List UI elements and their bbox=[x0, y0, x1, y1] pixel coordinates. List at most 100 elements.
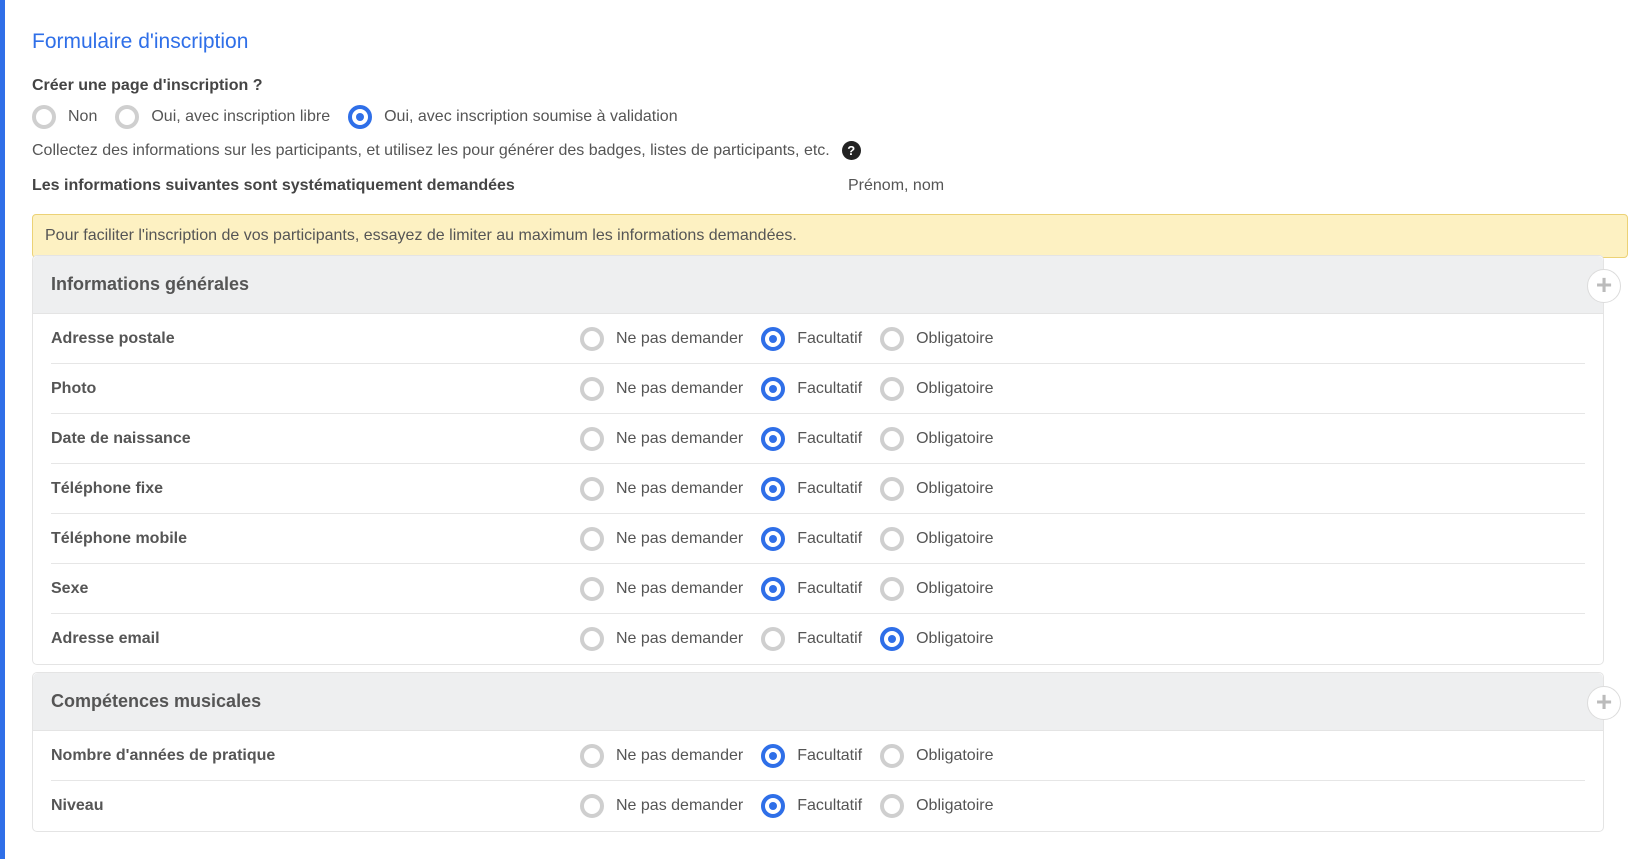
choice-obligatoire[interactable]: Obligatoire bbox=[880, 377, 993, 401]
choice-ne-pas-demander[interactable]: Ne pas demander bbox=[580, 377, 761, 401]
radio-non[interactable] bbox=[32, 105, 56, 129]
choice-label: Facultatif bbox=[797, 580, 863, 597]
radio-button[interactable] bbox=[580, 477, 604, 501]
field-choice-group: Ne pas demander Facultatif Obligatoire bbox=[580, 327, 993, 351]
field-row: Adresse postale Ne pas demander Facultatif… bbox=[51, 314, 1585, 364]
choice-facultatif[interactable]: Facultatif bbox=[761, 744, 880, 768]
radio-button[interactable] bbox=[880, 577, 905, 601]
section-0: Informations générales + Adresse postale Ne… bbox=[32, 255, 1621, 665]
choice-ne-pas-demander[interactable]: Ne pas demander bbox=[580, 794, 761, 818]
choice-label: Facultatif bbox=[797, 630, 863, 647]
choice-label: Ne pas demander bbox=[616, 630, 744, 647]
radio-button[interactable] bbox=[580, 427, 604, 451]
radio-button[interactable] bbox=[761, 627, 786, 651]
choice-facultatif[interactable]: Facultatif bbox=[761, 477, 880, 501]
choice-obligatoire[interactable]: Obligatoire bbox=[880, 794, 993, 818]
radio-button[interactable] bbox=[761, 794, 786, 818]
field-row: Sexe Ne pas demander Facultatif Obligatoire bbox=[51, 564, 1585, 614]
choice-label: Ne pas demander bbox=[616, 380, 744, 397]
field-choice-group: Ne pas demander Facultatif Obligatoire bbox=[580, 477, 993, 501]
field-choice-group: Ne pas demander Facultatif Obligatoire bbox=[580, 527, 993, 551]
choice-label: Obligatoire bbox=[916, 480, 994, 497]
radio-button[interactable] bbox=[880, 327, 905, 351]
choice-obligatoire[interactable]: Obligatoire bbox=[880, 427, 993, 451]
choice-ne-pas-demander[interactable]: Ne pas demander bbox=[580, 577, 761, 601]
choice-ne-pas-demander[interactable]: Ne pas demander bbox=[580, 427, 761, 451]
radio-inscription-libre[interactable] bbox=[115, 105, 140, 129]
choice-label: Ne pas demander bbox=[616, 747, 744, 764]
section-rows: Adresse postale Ne pas demander Facultatif… bbox=[33, 314, 1603, 664]
radio-button[interactable] bbox=[880, 627, 905, 651]
choice-facultatif[interactable]: Facultatif bbox=[761, 377, 880, 401]
option-inscription-validation[interactable]: Oui, avec inscription soumise à validati… bbox=[348, 105, 678, 129]
systematic-info-label: Les informations suivantes sont systémat… bbox=[32, 177, 515, 194]
field-row: Téléphone mobile Ne pas demander Facultati… bbox=[51, 514, 1585, 564]
choice-obligatoire[interactable]: Obligatoire bbox=[880, 477, 993, 501]
radio-button[interactable] bbox=[761, 477, 786, 501]
choice-ne-pas-demander[interactable]: Ne pas demander bbox=[580, 744, 761, 768]
choice-facultatif[interactable]: Facultatif bbox=[761, 527, 880, 551]
section-title: Informations générales bbox=[51, 274, 250, 294]
radio-button[interactable] bbox=[761, 744, 786, 768]
choice-label: Obligatoire bbox=[916, 797, 994, 814]
radio-button[interactable] bbox=[580, 627, 604, 651]
choice-label: Obligatoire bbox=[916, 530, 994, 547]
field-label: Adresse email bbox=[51, 630, 160, 647]
radio-button[interactable] bbox=[580, 327, 604, 351]
radio-button[interactable] bbox=[880, 527, 905, 551]
radio-button[interactable] bbox=[880, 477, 905, 501]
choice-label: Facultatif bbox=[797, 797, 863, 814]
choice-facultatif[interactable]: Facultatif bbox=[761, 427, 880, 451]
choice-label: Obligatoire bbox=[916, 630, 994, 647]
option-non[interactable]: Non bbox=[32, 105, 97, 129]
info-alert: Pour faciliter l'inscription de vos part… bbox=[32, 214, 1628, 258]
choice-ne-pas-demander[interactable]: Ne pas demander bbox=[580, 477, 761, 501]
choice-obligatoire[interactable]: Obligatoire bbox=[880, 327, 993, 351]
plus-icon[interactable]: + bbox=[1587, 269, 1621, 303]
radio-button[interactable] bbox=[880, 427, 905, 451]
radio-button[interactable] bbox=[580, 527, 604, 551]
description-text: Collectez des informations sur les parti… bbox=[32, 141, 830, 159]
field-label: Adresse postale bbox=[51, 330, 175, 347]
choice-ne-pas-demander[interactable]: Ne pas demander bbox=[580, 527, 761, 551]
radio-button[interactable] bbox=[580, 794, 604, 818]
radio-button[interactable] bbox=[761, 427, 786, 451]
field-label: Photo bbox=[51, 380, 97, 397]
radio-button[interactable] bbox=[761, 527, 786, 551]
choice-ne-pas-demander[interactable]: Ne pas demander bbox=[580, 627, 761, 651]
radio-button[interactable] bbox=[761, 327, 786, 351]
radio-inscription-validation[interactable] bbox=[348, 105, 373, 129]
choice-obligatoire[interactable]: Obligatoire bbox=[880, 627, 993, 651]
choice-label: Ne pas demander bbox=[616, 430, 744, 447]
radio-button[interactable] bbox=[880, 794, 905, 818]
field-row: Adresse email Ne pas demander Facultatif Ob… bbox=[51, 614, 1585, 664]
field-row: Téléphone fixe Ne pas demander Facultatif O… bbox=[51, 464, 1585, 514]
choice-facultatif[interactable]: Facultatif bbox=[761, 627, 880, 651]
choice-facultatif[interactable]: Facultatif bbox=[761, 327, 880, 351]
field-label: Téléphone mobile bbox=[51, 530, 188, 547]
option-inscription-libre[interactable]: Oui, avec inscription libre bbox=[115, 105, 330, 129]
plus-icon[interactable]: + bbox=[1587, 686, 1621, 720]
radio-button[interactable] bbox=[580, 577, 604, 601]
page-title: Formulaire d'inscription bbox=[32, 30, 249, 53]
field-row: Date de naissance Ne pas demander Facultat… bbox=[51, 414, 1585, 464]
radio-button[interactable] bbox=[580, 744, 604, 768]
systematic-info-value: Prénom, nom bbox=[848, 177, 945, 194]
choice-label: Ne pas demander bbox=[616, 530, 744, 547]
choice-facultatif[interactable]: Facultatif bbox=[761, 794, 880, 818]
radio-button[interactable] bbox=[880, 744, 905, 768]
option-label: Oui, avec inscription libre bbox=[151, 108, 331, 125]
create-page-radio-group: Non Oui, avec inscription libre Oui, ave… bbox=[32, 105, 678, 129]
radio-button[interactable] bbox=[761, 577, 786, 601]
radio-button[interactable] bbox=[880, 377, 905, 401]
choice-obligatoire[interactable]: Obligatoire bbox=[880, 577, 993, 601]
field-choice-group: Ne pas demander Facultatif Obligatoire bbox=[580, 794, 993, 818]
choice-obligatoire[interactable]: Obligatoire bbox=[880, 527, 993, 551]
radio-button[interactable] bbox=[761, 377, 786, 401]
choice-obligatoire[interactable]: Obligatoire bbox=[880, 744, 993, 768]
help-icon[interactable]: ? bbox=[841, 141, 861, 160]
choice-ne-pas-demander[interactable]: Ne pas demander bbox=[580, 327, 761, 351]
radio-button[interactable] bbox=[580, 377, 604, 401]
choice-facultatif[interactable]: Facultatif bbox=[761, 577, 880, 601]
choice-label: Facultatif bbox=[797, 747, 863, 764]
